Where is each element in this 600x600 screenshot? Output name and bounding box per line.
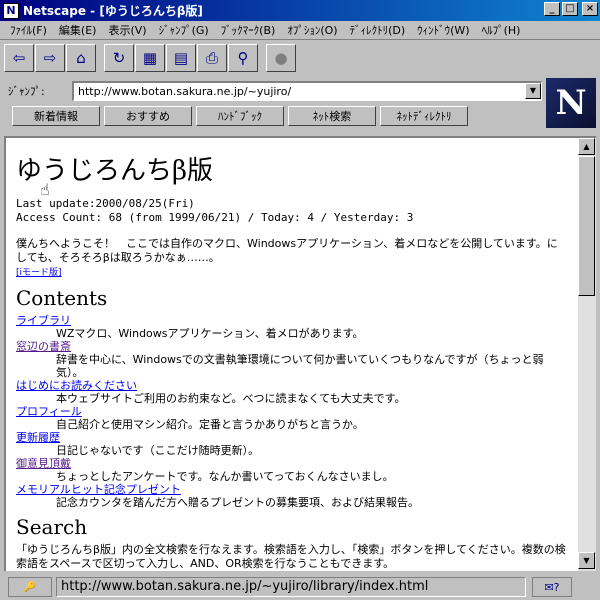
imode-link[interactable]: [iモード版] [16,268,62,278]
open-icon: ▤ [173,49,189,67]
desc-history: 日記じゃないです（ここだけ随時更新）。 [56,444,260,457]
print-icon: ⎙ [205,49,218,67]
open-button[interactable]: ▤ [166,44,196,72]
statusbar: 🔑 http://www.botan.sakura.ne.jp/~yujiro/… [0,574,600,600]
whats-cool-button[interactable]: おすすめ [104,106,192,126]
arrow-up-icon: ▲ [583,142,590,151]
status-url: http://www.botan.sakura.ne.jp/~yujiro/li… [56,577,526,597]
forward-button[interactable]: ⇨ [35,44,65,72]
window-controls: _ □ × [544,2,598,16]
access-count: Access Count: 68 (from 1999/06/21) / Tod… [16,211,414,224]
images-icon: ▦ [142,49,158,67]
location-dropdown-button[interactable]: ▼ [525,83,541,99]
link-library[interactable]: ライブラリ [16,314,568,327]
directory-buttons: 新着情報 おすすめ ﾊﾝﾄﾞﾌﾞｯｸ ﾈｯﾄ検索 ﾈｯﾄﾃﾞｨﾚｸﾄﾘ [12,106,468,126]
link-present[interactable]: メモリアルヒット記念プレゼント [16,483,568,496]
netscape-logo[interactable]: N [546,78,596,128]
binoculars-icon: ⚲ [237,49,249,67]
menu-help[interactable]: ﾍﾙﾌﾟ(H) [476,22,527,38]
desc-readme: 本ウェブサイトご利用のお約束など。べつに読まなくても大丈夫です。 [56,392,406,405]
hand-cursor-icon: ☝ [40,180,50,199]
net-search-button[interactable]: ﾈｯﾄ検索 [288,106,376,126]
desc-study: 辞書を中心に、Windowsでの文書執筆環境について何か書いていくつもりなんです… [56,353,544,379]
close-button[interactable]: × [582,2,598,16]
back-arrow-icon: ⇦ [12,49,26,67]
scroll-thumb[interactable] [578,156,595,296]
search-heading: Search [16,515,88,539]
location-row: ｼﾞｬﾝﾌﾟ: http://www.botan.sakura.ne.jp/~y… [8,80,542,102]
menu-view[interactable]: 表示(V) [102,22,152,38]
maximize-button[interactable]: □ [562,2,578,16]
home-icon: ⌂ [76,49,86,67]
link-profile[interactable]: プロフィール [16,405,568,418]
vertical-scrollbar[interactable]: ▲ ▼ [578,136,596,571]
page-title: ゆうじろんちβ版 [16,156,214,186]
reload-icon: ↻ [112,49,126,67]
window-titlebar: N Netscape - [ゆうじろんちβ版] _ □ × [0,0,600,21]
menu-edit[interactable]: 編集(E) [53,22,103,38]
menu-directory[interactable]: ﾃﾞｨﾚｸﾄﾘ(D) [344,22,412,38]
menubar: ﾌｧｲﾙ(F) 編集(E) 表示(V) ｼﾞｬﾝﾌﾟ(G) ﾌﾞｯｸﾏｰｸ(B)… [0,21,600,40]
back-button[interactable]: ⇦ [4,44,34,72]
handbook-button[interactable]: ﾊﾝﾄﾞﾌﾞｯｸ [196,106,284,126]
arrow-down-icon: ▼ [583,556,590,565]
minimize-button[interactable]: _ [544,2,560,16]
home-button[interactable]: ⌂ [66,44,96,72]
print-button[interactable]: ⎙ [197,44,227,72]
location-label: ｼﾞｬﾝﾌﾟ: [8,85,45,98]
search-text: 「ゆうじろんちβ版」内の全文検索を行なえます。検索語を入力し、「検索」ボタンを押… [16,543,566,570]
intro-text: 僕んちへようこそ！ ここでは自作のマクロ、Windowsアプリケーション、着メロ… [16,237,558,264]
netscape-n-icon: N [555,83,587,123]
menu-go[interactable]: ｼﾞｬﾝﾌﾟ(G) [153,22,215,38]
menu-file[interactable]: ﾌｧｲﾙ(F) [4,22,53,38]
whats-new-button[interactable]: 新着情報 [12,106,100,126]
menu-window[interactable]: ｳｨﾝﾄﾞｳ(W) [411,22,475,38]
link-history[interactable]: 更新履歴 [16,431,568,444]
desc-library: WZマクロ、Windowsアプリケーション、着メロがあります。 [56,327,364,340]
link-feedback[interactable]: 御意見頂戴 [16,457,568,470]
menu-options[interactable]: ｵﾌﾟｼｮﾝ(O) [281,22,343,38]
security-key-icon: 🔑 [8,577,52,597]
reload-button[interactable]: ↻ [104,44,134,72]
scroll-down-button[interactable]: ▼ [578,552,595,569]
desc-feedback: ちょっとしたアンケートです。なんか書いてっておくんなさいまし。 [56,470,394,483]
toolbar: ⇦ ⇨ ⌂ ↻ ▦ ▤ ⎙ ⚲ ● [4,42,296,74]
location-url: http://www.botan.sakura.ne.jp/~yujiro/ [78,85,292,98]
contents-heading: Contents [16,286,108,310]
stop-button[interactable]: ● [266,44,296,72]
chevron-down-icon: ▼ [529,86,537,95]
images-button[interactable]: ▦ [135,44,165,72]
mail-icon[interactable]: ✉? [532,577,572,597]
find-button[interactable]: ⚲ [228,44,258,72]
menu-bookmarks[interactable]: ﾌﾞｯｸﾏｰｸ(B) [215,22,282,38]
stop-icon: ● [274,49,288,67]
net-directory-button[interactable]: ﾈｯﾄﾃﾞｨﾚｸﾄﾘ [380,106,468,126]
link-readme[interactable]: はじめにお読みください [16,379,568,392]
desc-profile: 自己紹介と使用マシン紹介。定番と言うかありがちと言うか。 [56,418,364,431]
last-update: Last update:2000/08/25(Fri) [16,197,195,210]
desc-present: 記念カウンタを踏んだ方へ贈るプレゼントの募集要項、および結果報告。 [56,496,419,509]
page-content: ゆうじろんちβ版 Last update:2000/08/25(Fri) Acc… [4,136,578,571]
location-input[interactable]: http://www.botan.sakura.ne.jp/~yujiro/ ▼ [72,81,542,101]
netscape-app-icon[interactable]: N [3,2,19,19]
contents-list: ライブラリ WZマクロ、Windowsアプリケーション、着メロがあります。 窓辺… [16,314,568,509]
window-title: Netscape - [ゆうじろんちβ版] [23,4,203,18]
forward-arrow-icon: ⇨ [43,49,57,67]
link-study[interactable]: 窓辺の書斎 [16,340,568,353]
scroll-up-button[interactable]: ▲ [578,138,595,155]
